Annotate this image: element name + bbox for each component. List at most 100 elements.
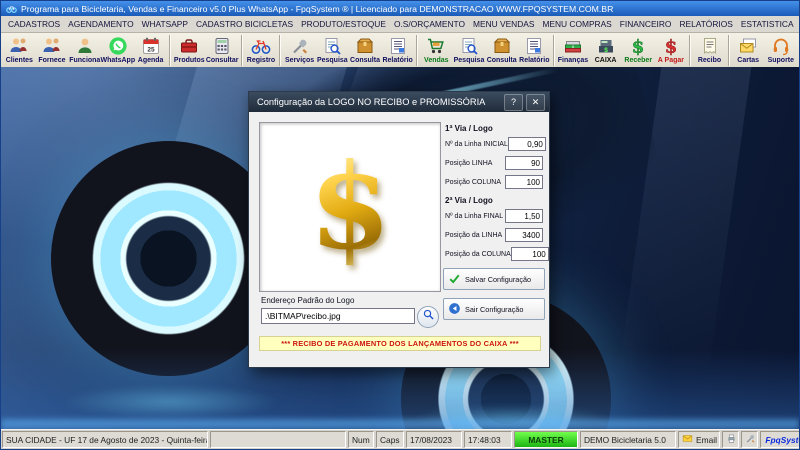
menu-label: MENU VENDAS [473,19,534,29]
config-fields: 1ª Via / LogoNº da Linha INICIALPosição … [445,122,543,266]
menu-menu-vendas[interactable]: MENU VENDAS [469,18,538,30]
toolbar-consulta-os-label: Consulta [350,57,380,64]
bicycle-icon [251,36,271,56]
toolbar-cartas-button[interactable]: Cartas [732,34,765,71]
whatsapp-icon [108,36,128,56]
toolbar-relatorio-vendas-button[interactable]: Relatório [518,34,551,71]
toolbar-clientes-button[interactable]: Clientes [3,34,36,71]
toolbar-pesquisa-vendas-button[interactable]: Pesquisa [453,34,486,71]
toolbar-apagar-label: A Pagar [658,57,684,64]
toolbar-consulta-vendas-button[interactable]: Consulta [485,34,518,71]
status-time: 17:48:03 [464,431,512,448]
toolbar-registro-button[interactable]: Registro [245,34,278,71]
check-icon [448,272,461,287]
toolbar-recibo-button[interactable]: Recibo [693,34,726,71]
tools-icon [290,36,310,56]
browse-logo-button[interactable] [417,306,439,328]
dialog-help-button[interactable]: ? [504,94,523,111]
people-icon [9,36,29,56]
toolbar-receber-button[interactable]: $Receber [622,34,655,71]
toolbar-servicos-label: Serviços [285,57,314,64]
menu-label: RELATÓRIOS [679,19,732,29]
toolbar-separator [241,35,243,66]
toolbar-consulta-vendas-label: Consulta [487,57,517,64]
menu-financeiro[interactable]: FINANCEIRO [616,18,676,30]
menu-estatistica[interactable]: ESTATISTICA [737,18,798,30]
dialog-close-button[interactable]: ✕ [526,94,545,111]
toolbar-pesquisa-os-label: Pesquisa [317,57,348,64]
field-n-da-linha-final-label: Nº da Linha FINAL [445,213,503,220]
menu-label: O.S/ORÇAMENTO [394,19,465,29]
field-posi-o-coluna-input[interactable] [505,175,543,189]
toolbar-whatsapp-button[interactable]: WhatsApp [101,34,134,71]
dialog-buttons: Salvar Configuração Sair Configuração [443,268,545,320]
field-row-n-da-linha-inicial: Nº da Linha INICIAL [445,137,543,151]
status-product: DEMO Bicicletaria 5.0 [580,431,676,448]
svg-text:$: $ [604,47,608,54]
box-icon [355,36,375,56]
svg-text:$: $ [632,37,645,57]
field-n-da-linha-inicial-input[interactable] [508,137,546,151]
toolbar-funcionarios-button[interactable]: Funciona [68,34,101,71]
menu-cadastro-bicicletas[interactable]: CADASTRO BICICLETAS [192,18,297,30]
toolbar-recibo-label: Recibo [698,57,721,64]
email-icon [682,433,693,446]
menu-o-s-or-amento[interactable]: O.S/ORÇAMENTO [390,18,469,30]
field-posi-o-da-linha-input[interactable] [505,228,543,242]
toolbar-produtos-button[interactable]: Produtos [173,34,206,71]
search-doc-icon [322,36,342,56]
toolbar-financas-button[interactable]: $Finanças [557,34,590,71]
menu-menu-compras[interactable]: MENU COMPRAS [538,18,615,30]
calendar-icon: 25 [141,36,161,56]
menu-label: ESTATISTICA [741,19,794,29]
toolbar-vendas-label: Vendas [424,57,449,64]
field-posi-o-da-coluna-label: Posição da COLUNA [445,251,511,258]
toolbar-agenda-button[interactable]: 25Agenda [134,34,167,71]
dialog-titlebar[interactable]: Configuração da LOGO NO RECIBO e PROMISS… [249,92,549,112]
toolbar-caixa-button[interactable]: $CAIXA [589,34,622,71]
toolbar-suporte-button[interactable]: Suporte [764,34,797,71]
toolbar-financas-label: Finanças [558,57,588,64]
toolbar-fornecedores-button[interactable]: Fornece [36,34,69,71]
toolbar-relatorio-os-button[interactable]: Relatório [381,34,414,71]
toolbar-consulta-os-button[interactable]: Consulta [349,34,382,71]
headset-icon [771,36,791,56]
toolbar-servicos-button[interactable]: Serviços [283,34,316,71]
receipt-icon [700,36,720,56]
floor-glow [1,419,799,429]
menu-produto-estoque[interactable]: PRODUTO/ESTOQUE [297,18,390,30]
toolbar-funcionarios-label: Funciona [69,57,100,64]
toolbar-separator [169,35,171,66]
window-title: Programa para Bicicletaria, Vendas e Fin… [21,4,613,14]
toolbar-separator [553,35,555,66]
menu-label: CADASTROS [8,19,60,29]
toolbar-separator [416,35,418,66]
menu-relat-rios[interactable]: RELATÓRIOS [675,18,736,30]
menu-label: MENU COMPRAS [542,19,611,29]
menu-agendamento[interactable]: AGENDAMENTO [64,18,137,30]
field-n-da-linha-inicial-label: Nº da Linha INICIAL [445,141,508,148]
menu-cadastros[interactable]: CADASTROS [4,18,64,30]
field-posi-o-linha-input[interactable] [505,156,543,170]
field-n-da-linha-final-input[interactable] [505,209,543,223]
toolbar-vendas-button[interactable]: Vendas [420,34,453,71]
logo-path-input[interactable] [261,308,415,324]
toolbar-pesquisa-os-button[interactable]: Pesquisa [316,34,349,71]
people-icon [42,36,62,56]
status-num-lock-text: Num [352,435,370,445]
status-user: MASTER [514,431,578,448]
status-mini-1 [722,431,739,448]
letters-icon [738,36,758,56]
toolbar-apagar-button[interactable]: $A Pagar [655,34,688,71]
logo-preview-box: $ [259,122,441,292]
cashregister-icon: $ [596,36,616,56]
field-posi-o-da-coluna-input[interactable] [511,247,549,261]
status-brand-text: FpqSystem [765,435,800,445]
toolbar-separator [279,35,281,66]
toolbar-consultar-button[interactable]: Consultar [206,34,239,71]
salvar-configuracao-button[interactable]: Salvar Configuração [443,268,545,290]
menu-whatsapp[interactable]: WHATSAPP [138,18,192,30]
menu-label: AGENDAMENTO [68,19,133,29]
toolbar-produtos-label: Produtos [174,57,205,64]
sair-configuracao-button[interactable]: Sair Configuração [443,298,545,320]
